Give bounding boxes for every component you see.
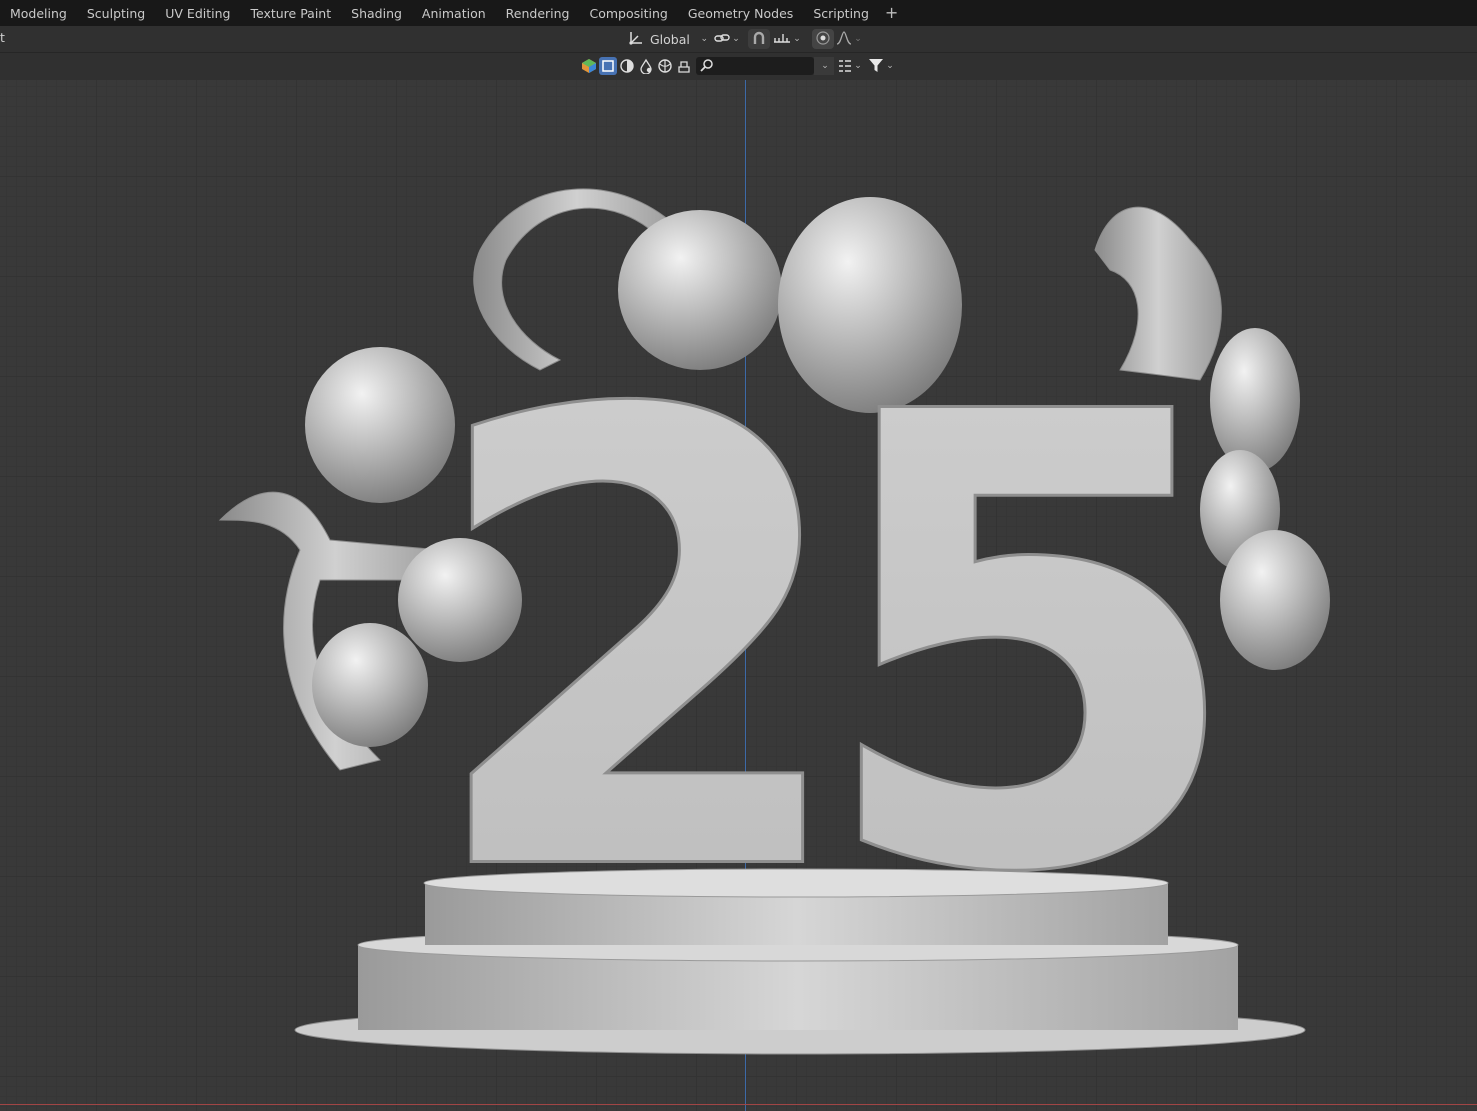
tab-shading[interactable]: Shading: [341, 0, 412, 26]
chevron-down-icon: ⌄: [732, 34, 740, 44]
add-workspace-button[interactable]: +: [879, 0, 904, 26]
snap-controls: ⌄ ⌄ ⌄: [712, 28, 864, 50]
outliner-filter-bar: ⌄ ⌄ ⌄: [580, 55, 897, 77]
filter-dropdown[interactable]: ⌄: [866, 57, 896, 75]
pivot-point-dropdown[interactable]: ⌄: [712, 29, 742, 49]
chevron-down-icon: ⌄: [854, 34, 862, 44]
selectable-icon[interactable]: [599, 57, 617, 75]
tab-uv-editing[interactable]: UV Editing: [155, 0, 240, 26]
object-filter-icon[interactable]: [580, 57, 598, 75]
scene-render: 25: [218, 188, 1330, 1055]
search-input[interactable]: [696, 57, 814, 75]
tab-texture-paint[interactable]: Texture Paint: [240, 0, 341, 26]
chevron-down-icon: ⌄: [793, 34, 801, 44]
tab-modeling[interactable]: Modeling: [0, 0, 77, 26]
proportional-edit-toggle[interactable]: [812, 29, 834, 49]
proportional-edit-icon: [815, 30, 831, 49]
orientation-value: Global: [650, 31, 690, 47]
tab-rendering[interactable]: Rendering: [496, 0, 580, 26]
transform-orientation-group: Global ⌄: [624, 28, 712, 50]
viewport-visibility-icon[interactable]: [618, 57, 636, 75]
search-icon: [700, 58, 714, 75]
transform-orientation-icon: [628, 30, 644, 49]
tab-compositing[interactable]: Compositing: [580, 0, 678, 26]
search-options-dropdown[interactable]: ⌄: [814, 57, 834, 75]
tab-animation[interactable]: Animation: [412, 0, 496, 26]
filter-funnel-icon: [868, 57, 884, 76]
snap-increment-icon: [773, 30, 791, 49]
tab-sculpting[interactable]: Sculpting: [77, 0, 155, 26]
workspace-tab-bar: Modeling Sculpting UV Editing Texture Pa…: [0, 0, 1477, 26]
chevron-down-icon: ⌄: [854, 61, 862, 71]
falloff-curve-icon: [836, 30, 852, 49]
pivot-link-icon: [714, 30, 730, 49]
indirect-only-icon[interactable]: [675, 57, 693, 75]
mode-label[interactable]: t: [0, 30, 5, 45]
render-visibility-icon[interactable]: [637, 57, 655, 75]
snap-toggle[interactable]: [748, 29, 770, 49]
sort-dropdown[interactable]: ⌄: [835, 57, 865, 75]
chevron-down-icon: ⌄: [700, 34, 708, 44]
chevron-down-icon: ⌄: [886, 61, 894, 71]
transform-orientation-dropdown[interactable]: Global ⌄: [624, 29, 712, 49]
tab-geometry-nodes[interactable]: Geometry Nodes: [678, 0, 803, 26]
snap-target-dropdown[interactable]: ⌄: [770, 29, 804, 49]
holdout-icon[interactable]: [656, 57, 674, 75]
chevron-down-icon: ⌄: [821, 61, 829, 71]
3d-viewport[interactable]: 25: [0, 80, 1477, 1111]
falloff-dropdown[interactable]: ⌄: [834, 29, 864, 49]
scene-number-text: 25: [424, 286, 1213, 1007]
snap-magnet-icon: [751, 30, 767, 49]
tab-scripting[interactable]: Scripting: [803, 0, 879, 26]
